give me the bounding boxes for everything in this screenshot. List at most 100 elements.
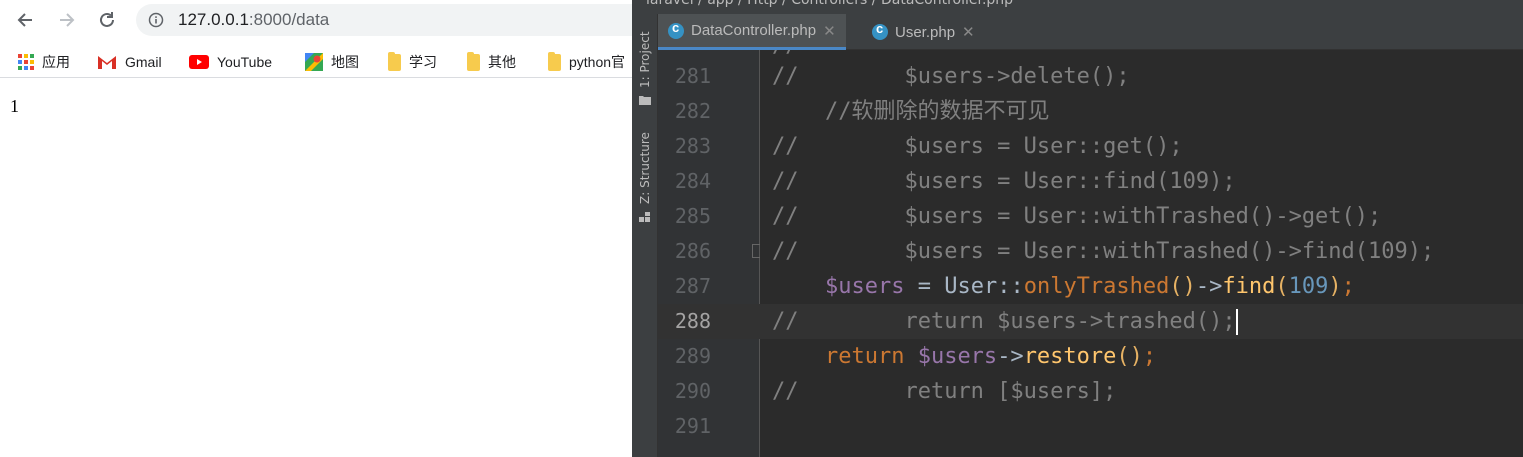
bookmark-youtube[interactable]: YouTube — [189, 51, 272, 73]
tab-label: User.php — [895, 23, 956, 41]
line-number: 289 — [674, 344, 711, 368]
folder-icon[interactable] — [639, 95, 651, 105]
browser-toolbar: 127.0.0.1:8000/data — [0, 0, 656, 40]
line-number: 282 — [674, 99, 711, 123]
code-token: ( — [1275, 274, 1289, 299]
folder-icon — [388, 51, 401, 71]
bookmark-label: python官 — [569, 54, 626, 70]
code-token: ; — [1341, 274, 1355, 299]
comment-prefix: // — [772, 134, 799, 159]
comment-prefix: // — [772, 309, 799, 334]
line-number-gutter: 281 282 283 284 285 286 287 288 289 290 291 — [658, 50, 764, 457]
editor-tabs: DataController.php ✕ User.php ✕ — [658, 14, 1523, 50]
code-token: restore — [1023, 344, 1117, 369]
structure-icon[interactable] — [639, 212, 651, 222]
code-token: () — [1116, 344, 1143, 369]
comment-prefix: // — [772, 239, 799, 264]
bookmark-label: Gmail — [125, 54, 162, 70]
bookmark-folder-study[interactable]: 学习 — [388, 51, 437, 73]
code-text: $users = User::withTrashed()->get(); — [798, 204, 1382, 229]
line-number: 288 — [674, 309, 711, 333]
bookmark-label: 学习 — [409, 54, 437, 70]
maps-icon — [305, 53, 323, 71]
code-editor[interactable]: // // $users->delete(); //软删除的数据不可见 // $u… — [760, 50, 1523, 457]
code-token: onlyTrashed — [1023, 274, 1170, 299]
code-text: $users = User::find(109); — [798, 169, 1236, 194]
code-token: () — [1169, 274, 1196, 299]
ide-breadcrumb: laravel / app / Http / Controllers / Dat… — [632, 0, 1523, 14]
project-tool-button[interactable]: 1: Project — [638, 31, 652, 88]
code-line: // $users = User::withTrashed()->get(); — [772, 199, 1381, 234]
code-text: //软删除的数据不可见 — [772, 99, 1050, 124]
apps-grid-icon — [18, 54, 34, 70]
tab-user[interactable]: User.php ✕ — [862, 14, 985, 50]
code-line: // $users->delete(); — [772, 59, 1130, 94]
code-token: ; — [1142, 344, 1157, 369]
tab-label: DataController.php — [691, 22, 817, 39]
code-line: // $users = User::withTrashed()->find(10… — [772, 234, 1434, 269]
gmail-icon — [98, 56, 116, 69]
line-number: 287 — [674, 274, 711, 298]
bookmark-label: 其他 — [488, 54, 516, 70]
code-text: $users = User::withTrashed()->find(109); — [798, 239, 1435, 264]
code-line-287: $users = User::onlyTrashed()->find(109); — [772, 269, 1355, 304]
folder-icon — [548, 51, 561, 71]
bookmark-label: 地图 — [331, 54, 359, 70]
browser-window: 127.0.0.1:8000/data 应用 Gmail YouTube 地图 … — [0, 0, 656, 457]
code-token: $users — [917, 344, 998, 369]
code-token: return — [824, 344, 918, 369]
code-token: ) — [1328, 274, 1342, 299]
bookmark-label: 应用 — [42, 54, 70, 70]
close-icon[interactable]: ✕ — [962, 23, 975, 41]
bookmark-folder-python[interactable]: python官 — [548, 51, 632, 73]
line-number: 284 — [674, 169, 711, 193]
code-token: $users — [824, 274, 905, 299]
bookmark-folder-other[interactable]: 其他 — [467, 51, 516, 73]
code-token: -> — [1195, 274, 1223, 299]
ide-window: laravel / app / Http / Controllers / Dat… — [632, 0, 1523, 457]
url-host: 127.0.0.1 — [178, 10, 249, 29]
code-token: 109 — [1288, 274, 1329, 299]
code-token: User — [944, 274, 998, 299]
line-number: 281 — [674, 64, 711, 88]
code-token: -> — [997, 344, 1024, 369]
comment-prefix: // — [772, 64, 799, 89]
code-text: return $users->trashed(); — [798, 309, 1236, 334]
code-line: //软删除的数据不可见 — [772, 94, 1050, 129]
comment-prefix: // — [772, 204, 799, 229]
code-text: return [$users]; — [798, 379, 1117, 404]
comment-prefix: // — [772, 379, 799, 404]
bookmark-label: YouTube — [217, 54, 273, 70]
url-path: :8000/data — [248, 10, 330, 29]
forward-button[interactable] — [54, 7, 80, 33]
code-token: find — [1222, 274, 1276, 299]
folder-icon — [467, 51, 480, 71]
url-text[interactable]: 127.0.0.1:8000/data — [178, 10, 329, 30]
bookmark-apps[interactable]: 应用 — [18, 51, 70, 73]
code-line: // $users = User::find(109); — [772, 164, 1236, 199]
code-line-289: return $users->restore(); — [772, 339, 1156, 374]
code-text: $users->delete(); — [798, 64, 1130, 89]
line-number: 291 — [674, 414, 711, 438]
bookmark-maps[interactable]: 地图 — [305, 51, 359, 73]
breadcrumb-text[interactable]: laravel / app / Http / Controllers / Dat… — [646, 0, 1013, 8]
reload-button[interactable] — [94, 7, 120, 33]
address-bar[interactable]: 127.0.0.1:8000/data — [136, 4, 656, 36]
code-line: // $users = User::get(); — [772, 129, 1183, 164]
close-icon[interactable]: ✕ — [823, 22, 836, 40]
php-class-icon — [872, 21, 888, 40]
back-button[interactable] — [12, 7, 38, 33]
arrow-right-icon — [60, 13, 75, 27]
code-token: :: — [997, 274, 1024, 299]
arrow-left-icon — [17, 13, 32, 27]
tab-datacontroller[interactable]: DataController.php ✕ — [658, 14, 846, 50]
structure-tool-button[interactable]: Z: Structure — [638, 132, 652, 204]
code-token: = — [904, 274, 945, 299]
page-body-text: 1 — [10, 96, 19, 116]
info-icon[interactable] — [148, 12, 164, 28]
line-number: 283 — [674, 134, 711, 158]
bookmarks-bar: 应用 Gmail YouTube 地图 学习 其他 python官 — [0, 44, 632, 78]
youtube-icon — [189, 55, 209, 69]
bookmark-gmail[interactable]: Gmail — [97, 51, 162, 73]
line-number: 286 — [674, 239, 711, 263]
